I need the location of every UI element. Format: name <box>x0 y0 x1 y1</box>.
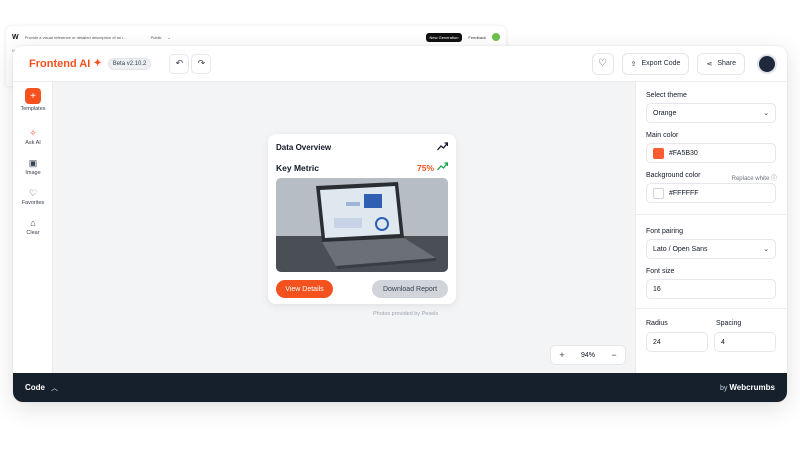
sidebar-item-ask-ai[interactable]: ✧ Ask AI <box>13 128 53 146</box>
background-color-swatch[interactable] <box>653 187 664 199</box>
sparkle-icon: ✦ <box>93 58 102 69</box>
background-color-field[interactable]: #FFFFFF <box>646 183 776 203</box>
chevron-up-icon[interactable]: ︿ <box>51 383 58 393</box>
theme-panel: Select theme Orange ⌄ Main color #FA5B30… <box>635 82 787 373</box>
sparkle-icon: ✧ <box>29 128 37 138</box>
preview-canvas[interactable]: Data Overview Key Metric 75% View Detail… <box>53 82 635 373</box>
font-size-label: Font size <box>646 268 675 275</box>
code-bar[interactable]: Code ︿ by Webcrumbs <box>13 373 787 402</box>
webcrumbs-brand: Webcrumbs <box>729 383 775 392</box>
sidebar-item-templates[interactable]: + Templates <box>13 88 53 112</box>
main-color-swatch[interactable] <box>653 147 664 159</box>
share-button[interactable]: ⋖ Share <box>697 52 745 75</box>
chevron-down-icon: ⌄ <box>763 246 769 253</box>
select-theme-label: Select theme <box>646 92 687 99</box>
export-code-label: Export Code <box>641 60 681 67</box>
spacing-label: Spacing <box>716 320 742 327</box>
background-avatar[interactable] <box>492 33 500 41</box>
chevron-down-icon: ⌄ <box>763 110 769 117</box>
code-toggle-label[interactable]: Code <box>25 383 45 392</box>
sidebar-item-label: Clear <box>26 230 40 236</box>
background-visibility[interactable]: Public <box>151 35 162 40</box>
radius-label: Radius <box>646 320 668 327</box>
undo-icon: ↶ <box>175 58 184 68</box>
theme-value: Orange <box>653 109 677 117</box>
info-icon: ⓘ <box>770 176 777 182</box>
left-sidebar: + Templates ✧ Ask AI ▣ Image ♡ Favorites… <box>13 82 53 373</box>
version-badge: Beta v2.10.2 <box>107 57 152 70</box>
heart-icon: ♡ <box>28 188 38 198</box>
font-size-value: 16 <box>653 285 661 293</box>
sidebar-item-favorites[interactable]: ♡ Favorites <box>13 188 53 206</box>
background-prompt[interactable]: Provide a visual reference or detailed d… <box>25 35 145 40</box>
sidebar-item-label: Favorites <box>21 200 45 206</box>
brand-title: Frontend AI <box>29 57 91 70</box>
replace-white-label: Replace white <box>731 176 770 182</box>
image-icon: ▣ <box>28 158 38 168</box>
panel-divider <box>636 214 787 215</box>
main-color-label: Main color <box>646 132 679 139</box>
redo-icon: ↷ <box>197 58 206 68</box>
main-color-value: #FA5B30 <box>669 149 698 157</box>
background-logo: W <box>12 33 19 41</box>
font-size-input[interactable]: 16 <box>646 279 776 299</box>
key-metric-label: Key Metric <box>276 163 319 173</box>
data-overview-card: Data Overview Key Metric 75% View Detail… <box>268 134 456 304</box>
chevron-down-icon[interactable]: ⌄ <box>168 35 171 40</box>
brand: Frontend AI ✦ <box>29 58 102 70</box>
theme-select[interactable]: Orange ⌄ <box>646 103 776 123</box>
view-details-button[interactable]: View Details <box>276 280 333 298</box>
plus-icon: + <box>25 88 41 104</box>
sidebar-item-label: Image <box>25 170 41 176</box>
feedback-button[interactable]: Feedback <box>468 35 486 40</box>
app-window: Frontend AI ✦ Beta v2.10.2 ↶ ↷ ♡ ⇪ Expor… <box>13 46 787 402</box>
redo-button[interactable]: ↷ <box>191 53 212 74</box>
trash-icon: ⌂ <box>30 218 36 228</box>
card-title: Data Overview <box>276 143 332 152</box>
user-avatar[interactable] <box>757 53 777 74</box>
zoom-out-button[interactable]: − <box>609 350 619 360</box>
zoom-level: 94% <box>580 351 595 359</box>
new-generation-button[interactable]: New Generation <box>425 32 463 42</box>
photo-credit: Photos provided by Pexels <box>373 311 439 317</box>
spacing-value: 4 <box>721 338 725 346</box>
key-metric-value: 75% <box>416 163 434 173</box>
spacing-input[interactable]: 4 <box>714 332 776 352</box>
by-label: by <box>720 385 728 392</box>
share-label: Share <box>717 60 736 67</box>
font-pairing-select[interactable]: Lato / Open Sans ⌄ <box>646 239 776 259</box>
main-color-field[interactable]: #FA5B30 <box>646 143 776 163</box>
background-color-value: #FFFFFF <box>669 189 699 197</box>
trend-up-icon <box>437 162 449 173</box>
replace-white-toggle[interactable]: Replace white ⓘ <box>732 173 777 182</box>
font-pairing-label: Font pairing <box>646 228 683 235</box>
radius-value: 24 <box>653 338 661 346</box>
share-icon: ⋖ <box>706 60 713 68</box>
heart-icon: ♡ <box>598 58 608 69</box>
background-color-label: Background color <box>646 172 701 179</box>
favorite-button[interactable]: ♡ <box>591 52 614 75</box>
header-actions: ♡ ⇪ Export Code ⋖ Share <box>591 52 777 75</box>
font-pairing-value: Lato / Open Sans <box>653 245 708 253</box>
sidebar-item-label: Ask AI <box>25 140 41 146</box>
export-code-button[interactable]: ⇪ Export Code <box>621 52 690 75</box>
undo-button[interactable]: ↶ <box>169 53 190 74</box>
zoom-in-button[interactable]: + <box>557 350 567 360</box>
download-report-button[interactable]: Download Report <box>372 280 448 298</box>
laptop-photo <box>276 178 448 272</box>
sidebar-item-clear[interactable]: ⌂ Clear <box>13 218 53 236</box>
export-icon: ⇪ <box>630 60 637 68</box>
app-header: Frontend AI ✦ Beta v2.10.2 ↶ ↷ ♡ ⇪ Expor… <box>13 46 787 82</box>
background-window-toolbar: W Provide a visual reference or detailed… <box>6 26 506 48</box>
webcrumbs-credit[interactable]: by Webcrumbs <box>720 383 775 392</box>
sidebar-item-image[interactable]: ▣ Image <box>13 158 53 176</box>
zoom-control: + 94% − <box>550 345 626 365</box>
radius-input[interactable]: 24 <box>646 332 708 352</box>
sidebar-item-label: Templates <box>20 106 46 112</box>
panel-divider <box>636 308 787 309</box>
trend-icon <box>437 142 449 153</box>
